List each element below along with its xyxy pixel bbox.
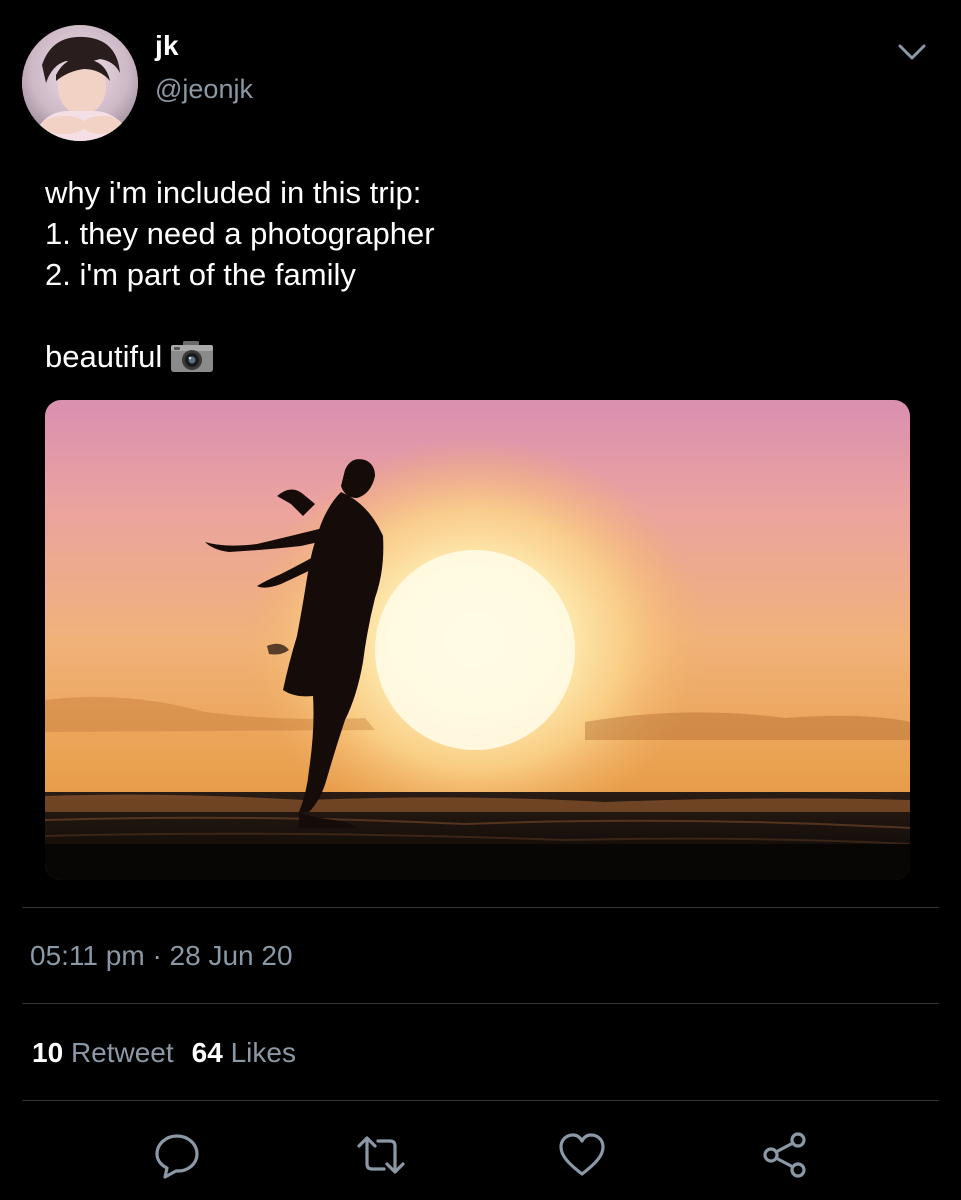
chevron-down-icon[interactable] <box>892 36 932 68</box>
share-button[interactable] <box>760 1130 810 1180</box>
display-name[interactable]: jk <box>155 30 179 62</box>
tweet-detail: jk @jeonjk why i'm included in this trip… <box>0 0 961 1200</box>
retweet-stat[interactable]: 10 Retweet <box>32 1037 174 1068</box>
tweet-stats: 10 Retweet 64 Likes <box>32 1037 296 1069</box>
retweet-label: Retweet <box>70 1037 174 1068</box>
tweet-text: why i'm included in this trip: 1. they n… <box>45 172 905 377</box>
retweet-icon <box>357 1136 405 1174</box>
tweet-photo[interactable] <box>45 400 910 880</box>
tweet-text-line: why i'm included in this trip: <box>45 175 422 210</box>
retweet-button[interactable] <box>356 1130 406 1180</box>
camera-icon <box>170 339 214 373</box>
paragraph-break <box>45 295 905 336</box>
tweet-text-line: 1. they need a photographer <box>45 216 435 251</box>
likes-count: 64 <box>191 1037 223 1068</box>
share-icon <box>763 1132 806 1178</box>
tweet-text-line: 2. i'm part of the family <box>45 257 356 292</box>
tweet-text-closing-line: beautiful <box>45 336 905 377</box>
tweet-closing-word: beautiful <box>45 339 163 374</box>
like-icon <box>559 1133 605 1176</box>
avatar[interactable] <box>22 25 138 141</box>
reply-icon <box>155 1134 199 1179</box>
likes-label: Likes <box>230 1037 296 1068</box>
like-button[interactable] <box>557 1130 607 1180</box>
divider <box>22 1003 939 1004</box>
retweet-count: 10 <box>32 1037 64 1068</box>
tweet-timestamp[interactable]: 05:11 pm · 28 Jun 20 <box>30 940 293 972</box>
divider <box>22 1100 939 1101</box>
reply-button[interactable] <box>152 1130 202 1180</box>
user-handle[interactable]: @jeonjk <box>155 74 253 105</box>
divider <box>22 907 939 908</box>
likes-stat[interactable]: 64 Likes <box>192 1037 296 1068</box>
